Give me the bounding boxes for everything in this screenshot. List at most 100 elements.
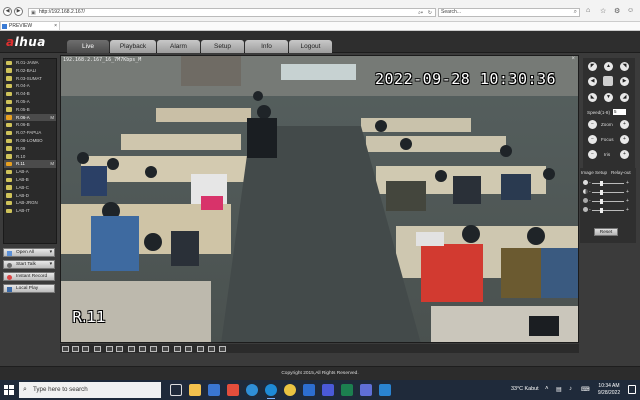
audio-icon[interactable] (219, 345, 226, 352)
tab-image-setup[interactable]: Image Setup (581, 170, 607, 175)
chrome-icon[interactable] (284, 384, 296, 396)
camera-item[interactable]: LAB-A (4, 168, 56, 176)
layout-wide-icon[interactable] (150, 345, 157, 352)
camera-item[interactable]: R.09 (4, 145, 56, 153)
slider-handle[interactable] (600, 180, 603, 186)
open-all-button[interactable]: Open All ▾ (3, 248, 55, 257)
iris-open-icon[interactable]: + (620, 150, 629, 159)
camera-item[interactable]: LAB-C (4, 184, 56, 192)
instant-record-button[interactable]: Instant Record (3, 272, 55, 281)
teams-icon[interactable] (322, 384, 334, 396)
camera-item[interactable]: R.01-JAWA (4, 59, 56, 67)
office-icon[interactable] (227, 384, 239, 396)
layout-4-icon[interactable] (72, 345, 79, 352)
word-icon[interactable] (303, 384, 315, 396)
back-button[interactable]: ◀ (3, 7, 12, 16)
mail-icon[interactable] (208, 384, 220, 396)
taskbar-search-box[interactable]: ⌕ Type here to search (19, 382, 161, 398)
tab-setup[interactable]: Setup (201, 40, 244, 53)
ptz-left-icon[interactable]: ◀ (588, 77, 597, 86)
minus-icon[interactable]: - (589, 207, 591, 213)
layout-1-icon[interactable] (62, 345, 69, 352)
minus-icon[interactable]: - (589, 189, 591, 195)
ptz-down-right-icon[interactable]: ◢ (620, 93, 629, 102)
slider-handle[interactable] (600, 207, 603, 213)
stream-sub-icon[interactable] (185, 345, 192, 352)
camera-item[interactable]: R.06-B (4, 121, 56, 129)
focus-in-icon[interactable]: + (620, 135, 629, 144)
search-dropdown-icon[interactable]: ⌕▾ (418, 10, 423, 17)
taskbar-clock[interactable]: 10:34 AM 9/28/2022 (594, 383, 624, 397)
refresh-icon[interactable]: ↻ (428, 10, 432, 17)
layout-25-icon[interactable] (116, 345, 123, 352)
address-bar[interactable]: ▣ http://192.168.2.167/ ⌕▾ ↻ (28, 8, 436, 17)
layout-custom-icon[interactable] (139, 345, 146, 352)
stream-main-icon[interactable] (174, 345, 181, 352)
camera-item[interactable]: R.08-LOMBO (4, 137, 56, 145)
remote-desktop-icon[interactable] (379, 384, 391, 396)
layout-16-icon[interactable] (106, 345, 113, 352)
tab-relay-out[interactable]: Relay-out (611, 170, 631, 175)
tab-alarm[interactable]: Alarm (157, 40, 200, 53)
slider-handle[interactable] (600, 198, 603, 204)
edge-icon[interactable] (246, 384, 258, 396)
camera-item[interactable]: LAB-IT (4, 207, 56, 215)
local-play-button[interactable]: Local Play (3, 284, 55, 293)
camera-item[interactable]: R.04-A (4, 82, 56, 90)
contrast-slider[interactable]: - + (582, 189, 634, 195)
plus-icon[interactable]: + (626, 198, 629, 204)
hue-slider[interactable]: - + (582, 207, 634, 213)
ptz-right-icon[interactable]: ▶ (620, 77, 629, 86)
windows-start-icon[interactable] (4, 385, 14, 395)
excel-icon[interactable] (341, 384, 353, 396)
camera-item[interactable]: R.03-SUMAT (4, 75, 56, 83)
forward-button[interactable]: ▶ (14, 7, 23, 16)
minus-icon[interactable]: - (589, 198, 591, 204)
reset-button[interactable]: Reset (594, 228, 618, 236)
camera-item[interactable]: R.05-A (4, 98, 56, 106)
search-icon[interactable]: ⌕ (574, 9, 577, 16)
layout-36-icon[interactable] (128, 345, 135, 352)
favorites-star-icon[interactable]: ☆ (600, 7, 606, 15)
chevron-down-icon[interactable]: ▾ (50, 249, 52, 257)
minus-icon[interactable]: - (589, 180, 591, 186)
camera-item[interactable]: R.10 (4, 153, 56, 161)
language-icon[interactable]: ⌨ (581, 386, 590, 393)
camera-item[interactable]: LAB-D (4, 192, 56, 200)
internet-explorer-icon[interactable] (265, 384, 277, 399)
start-talk-button[interactable]: Start Talk ▾ (3, 260, 55, 269)
zoom-in-icon[interactable]: + (620, 120, 629, 129)
camera-item[interactable]: R.02-BALI (4, 67, 56, 75)
camera-item[interactable]: LAB-JRGN (4, 199, 56, 207)
ptz-down-left-icon[interactable]: ◣ (588, 93, 597, 102)
ptz-up-left-icon[interactable]: ◤ (588, 62, 597, 71)
network-icon[interactable]: ▤ (556, 386, 562, 393)
camera-item[interactable]: LAB-B (4, 176, 56, 184)
brightness-slider[interactable]: - + (582, 180, 634, 186)
app-icon[interactable] (360, 384, 372, 396)
settings-gear-icon[interactable]: ⚙ (614, 7, 620, 15)
plus-icon[interactable]: + (626, 189, 629, 195)
ptz-up-icon[interactable]: ▲ (604, 62, 613, 71)
plus-icon[interactable]: + (626, 180, 629, 186)
plus-icon[interactable]: + (626, 207, 629, 213)
home-icon[interactable]: ⌂ (586, 7, 590, 14)
tab-logout[interactable]: Logout (289, 40, 332, 53)
task-view-icon[interactable] (170, 384, 182, 396)
camera-item[interactable]: R.06-A M (4, 113, 56, 122)
file-explorer-icon[interactable] (189, 384, 201, 396)
tab-live[interactable]: Live (67, 40, 109, 53)
ptz-down-icon[interactable]: ▼ (604, 93, 613, 102)
ptz-center-icon[interactable] (603, 76, 613, 86)
speed-select[interactable]: 5 (613, 109, 626, 115)
stretch-icon[interactable] (162, 345, 169, 352)
tab-close-icon[interactable]: × (54, 22, 57, 30)
zoom-out-icon[interactable]: − (588, 120, 597, 129)
slider-handle[interactable] (600, 189, 603, 195)
camera-item[interactable]: R.07-PAPUA (4, 129, 56, 137)
iris-close-icon[interactable]: − (588, 150, 597, 159)
saturation-slider[interactable]: - + (582, 198, 634, 204)
live-video-view[interactable]: 192.168.2.167_16_7M7Kbps_M × 2022-09-28 … (60, 55, 579, 343)
chevron-down-icon[interactable]: ▾ (50, 261, 52, 269)
layout-9-icon[interactable] (94, 345, 101, 352)
